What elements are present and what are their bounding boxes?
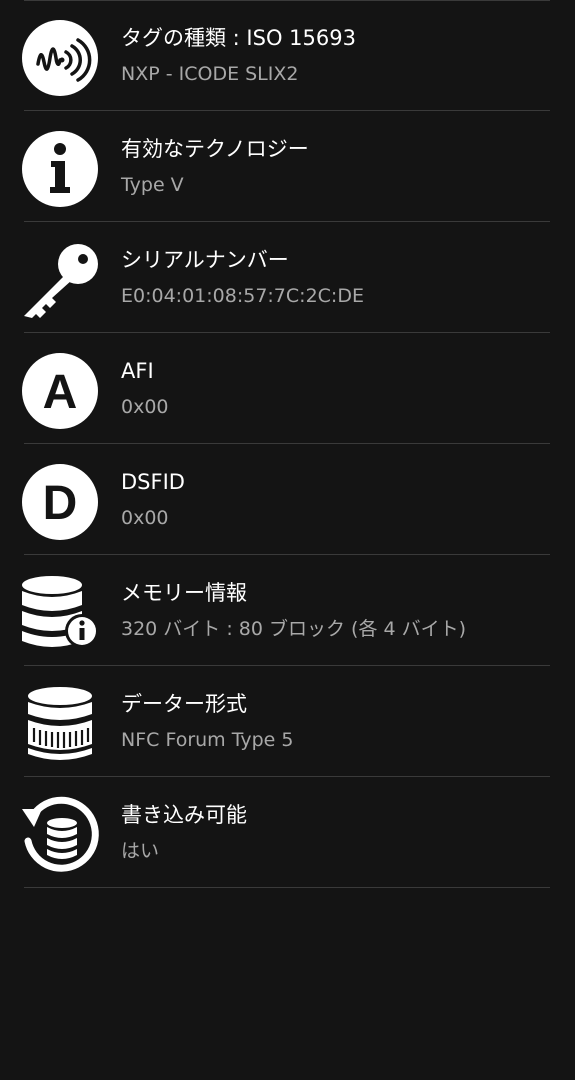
dsfid-title: DSFID xyxy=(121,470,185,494)
list-item-memory-info[interactable]: メモリー情報 320 バイト : 80 ブロック (各 4 バイト) xyxy=(0,555,575,666)
list-item-technologies[interactable]: 有効なテクノロジー Type V xyxy=(0,111,575,222)
writable-value: はい xyxy=(121,840,160,862)
dsfid-value: 0x00 xyxy=(121,507,169,529)
svg-text:A: A xyxy=(43,366,78,419)
technologies-title: 有効なテクノロジー xyxy=(121,137,309,161)
afi-value: 0x00 xyxy=(121,396,169,418)
serial-number-value: E0:04:01:08:57:7C:2C:DE xyxy=(121,285,364,307)
list-item-data-format[interactable]: データー形式 NFC Forum Type 5 xyxy=(0,666,575,777)
letter-a-icon: A xyxy=(20,351,100,431)
list-item-dsfid[interactable]: D DSFID 0x00 xyxy=(0,444,575,555)
memory-info-title: メモリー情報 xyxy=(121,581,247,605)
afi-title: AFI xyxy=(121,359,154,383)
list-item-tag-type[interactable]: タグの種類 : ISO 15693 NXP - ICODE SLIX2 xyxy=(0,0,575,111)
memory-info-value: 320 バイト : 80 ブロック (各 4 バイト) xyxy=(121,618,467,640)
letter-d-icon: D xyxy=(20,462,100,542)
data-format-value: NFC Forum Type 5 xyxy=(121,729,294,751)
serial-number-title: シリアルナンバー xyxy=(121,248,289,272)
info-icon xyxy=(20,129,100,209)
key-icon xyxy=(20,240,100,320)
list-item-afi[interactable]: A AFI 0x00 xyxy=(0,333,575,444)
data-format-title: データー形式 xyxy=(121,692,247,716)
list-item-writable[interactable]: 書き込み可能 はい xyxy=(0,777,575,888)
tag-type-value: NXP - ICODE SLIX2 xyxy=(121,63,299,85)
writable-title: 書き込み可能 xyxy=(121,803,247,827)
tag-info-list: タグの種類 : ISO 15693 NXP - ICODE SLIX2 有効なテ… xyxy=(0,0,575,888)
divider xyxy=(24,887,550,888)
nfc-tag-icon xyxy=(20,18,100,98)
list-item-serial-number[interactable]: シリアルナンバー E0:04:01:08:57:7C:2C:DE xyxy=(0,222,575,333)
coin-stack-icon xyxy=(20,684,100,764)
tag-type-title: タグの種類 : ISO 15693 xyxy=(121,26,356,50)
technologies-value: Type V xyxy=(121,174,184,196)
writable-database-icon xyxy=(20,795,100,875)
database-info-icon xyxy=(20,573,100,653)
svg-text:D: D xyxy=(43,477,78,530)
